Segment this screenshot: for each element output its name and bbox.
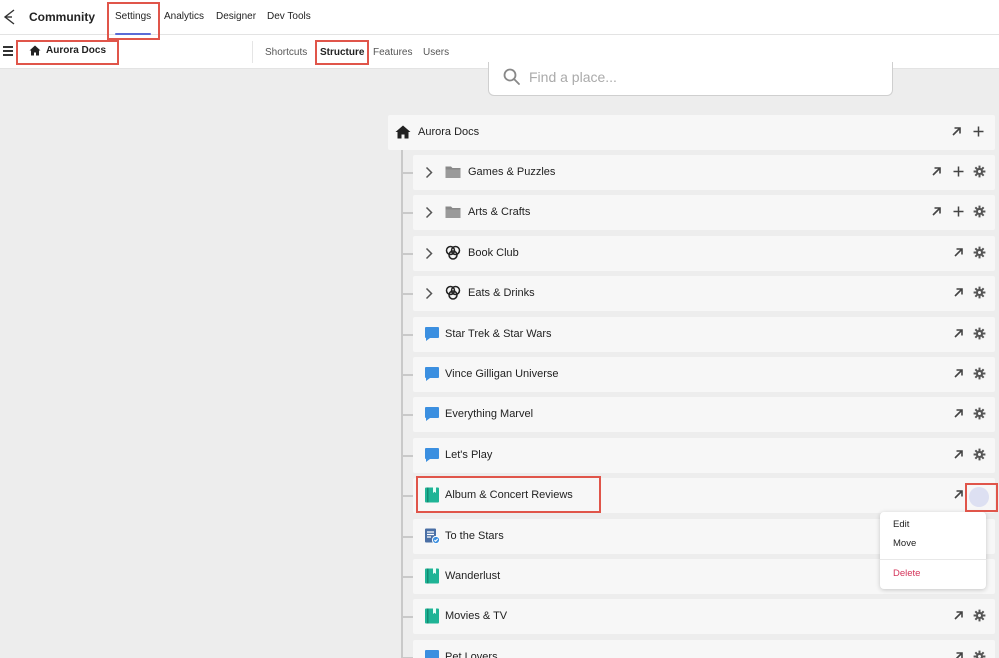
chevron-right-icon[interactable] (424, 206, 434, 219)
menu-item-edit[interactable]: Edit (893, 519, 909, 530)
chevron-right-icon[interactable] (424, 287, 434, 300)
open-arrow-icon[interactable] (952, 448, 965, 461)
top-bar: Community Settings Analytics Designer De… (0, 0, 999, 35)
search-icon (503, 68, 520, 85)
tree-row[interactable]: Eats & Drinks (413, 276, 995, 311)
open-arrow-icon[interactable] (952, 286, 965, 299)
gear-icon[interactable] (973, 327, 986, 340)
tree-row-label: Wanderlust (445, 570, 501, 582)
tree-row-label: Let's Play (445, 449, 493, 461)
breadcrumb-label: Aurora Docs (46, 45, 107, 56)
home-icon (395, 125, 411, 139)
tree-row-label: Vince Gilligan Universe (445, 368, 559, 380)
tree-row-label: To the Stars (445, 530, 504, 542)
chevron-right-icon[interactable] (424, 247, 434, 260)
open-arrow-icon[interactable] (952, 488, 965, 501)
tab-dev-tools[interactable]: Dev Tools (267, 11, 311, 22)
open-arrow-icon[interactable] (952, 609, 965, 622)
open-arrow-icon[interactable] (952, 650, 965, 658)
gear-icon[interactable] (973, 407, 986, 420)
tab-features[interactable]: Features (373, 47, 412, 58)
hamburger-menu-icon[interactable] (3, 46, 13, 56)
tab-settings[interactable]: Settings (115, 11, 152, 35)
tree-row[interactable]: Vince Gilligan Universe (413, 357, 995, 392)
open-arrow-icon[interactable] (952, 327, 965, 340)
home-icon (29, 45, 41, 56)
tree-row-label: Arts & Crafts (468, 206, 531, 218)
tree-row[interactable]: Arts & Crafts (413, 195, 995, 230)
gear-icon[interactable] (973, 246, 986, 259)
search-box (488, 62, 893, 96)
tab-designer[interactable]: Designer (216, 11, 256, 22)
tree-row[interactable]: Movies & TV (413, 599, 995, 634)
add-icon[interactable] (972, 125, 985, 138)
add-icon[interactable] (952, 165, 965, 178)
tree-row-label: Pet Lovers (445, 651, 498, 658)
tab-users[interactable]: Users (423, 47, 449, 58)
open-arrow-icon[interactable] (952, 246, 965, 259)
tree-line (401, 150, 403, 658)
tree-root-row[interactable]: Aurora Docs (388, 115, 995, 150)
open-arrow-icon[interactable] (952, 407, 965, 420)
app-title: Community (29, 10, 95, 24)
tree-row-label: Book Club (468, 247, 519, 259)
tab-analytics[interactable]: Analytics (164, 11, 204, 22)
tab-structure[interactable]: Structure (320, 47, 364, 58)
tree-row-label: Everything Marvel (445, 408, 534, 420)
gear-icon[interactable] (973, 165, 986, 178)
breadcrumb[interactable]: Aurora Docs (29, 45, 106, 56)
tab-shortcuts[interactable]: Shortcuts (265, 47, 307, 58)
tree-row-label: Movies & TV (445, 610, 508, 622)
divider (252, 41, 253, 63)
open-arrow-icon[interactable] (930, 205, 943, 218)
open-arrow-icon[interactable] (930, 165, 943, 178)
gear-icon[interactable] (973, 609, 986, 622)
menu-item-move[interactable]: Move (893, 538, 916, 549)
tree-row[interactable]: Star Trek & Star Wars (413, 317, 995, 352)
community-logo-icon (3, 9, 15, 25)
tree-root-label: Aurora Docs (418, 126, 480, 138)
open-arrow-icon[interactable] (952, 367, 965, 380)
gear-icon[interactable] (973, 650, 986, 658)
add-icon[interactable] (952, 205, 965, 218)
gear-icon[interactable] (973, 286, 986, 299)
tree-row[interactable]: Album & Concert Reviews (413, 478, 995, 513)
search-input[interactable] (529, 67, 869, 87)
tree-row[interactable]: Pet Lovers (413, 640, 995, 658)
tree-row[interactable]: Book Club (413, 236, 995, 271)
gear-icon[interactable] (973, 205, 986, 218)
tree-row[interactable]: Everything Marvel (413, 397, 995, 432)
settings-dropdown-menu: Edit Move Delete (880, 512, 986, 589)
menu-divider (880, 559, 986, 560)
tree-row-label: Star Trek & Star Wars (445, 328, 552, 340)
open-arrow-icon[interactable] (950, 125, 963, 138)
gear-icon[interactable] (973, 367, 986, 380)
menu-item-delete[interactable]: Delete (893, 568, 920, 579)
tree-row-label: Games & Puzzles (468, 166, 556, 178)
tree-row-label: Album & Concert Reviews (445, 489, 573, 501)
active-gear-highlight (969, 487, 989, 507)
tree-row[interactable]: Let's Play (413, 438, 995, 473)
tree-row[interactable]: Games & Puzzles (413, 155, 995, 190)
chevron-right-icon[interactable] (424, 166, 434, 179)
tree-row-label: Eats & Drinks (468, 287, 535, 299)
gear-icon[interactable] (973, 448, 986, 461)
